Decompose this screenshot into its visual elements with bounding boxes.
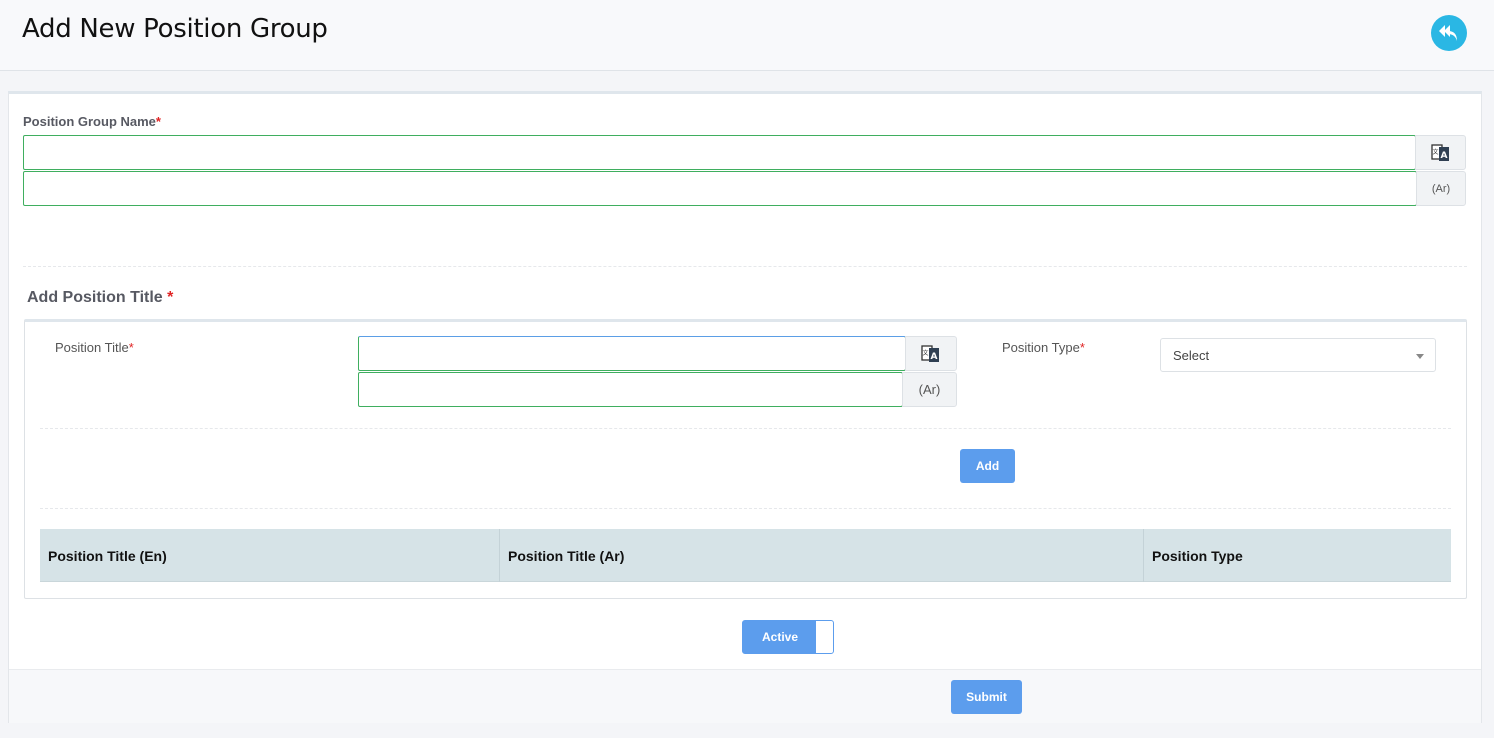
position-title-en-input[interactable] [358, 336, 906, 371]
divider [40, 508, 1451, 509]
form-card: Position Group Name* A 文 (Ar) Add Positi… [8, 91, 1482, 723]
position-type-selected: Select [1173, 348, 1210, 363]
toggle-knob [816, 621, 833, 653]
group-name-label-text: Position Group Name [23, 114, 156, 129]
position-type-select[interactable]: Select [1160, 338, 1436, 372]
required-mark: * [155, 114, 161, 129]
position-title-ar-input[interactable] [358, 372, 903, 407]
active-toggle[interactable]: Active [742, 620, 834, 654]
svg-text:文: 文 [922, 349, 928, 357]
back-button[interactable] [1431, 15, 1467, 51]
section-title: Add Position Title * [27, 289, 173, 307]
ar-addon: (Ar) [902, 372, 957, 407]
column-header-position-type: Position Type [1152, 548, 1243, 564]
required-mark: * [1079, 340, 1085, 355]
svg-text:A: A [931, 352, 938, 362]
active-toggle-label: Active [761, 630, 799, 644]
translate-button[interactable]: A 文 [905, 336, 957, 371]
reply-arrow-icon [1439, 25, 1457, 41]
svg-text:文: 文 [1432, 148, 1438, 156]
required-mark: * [128, 340, 134, 355]
position-type-label-text: Position Type [1002, 340, 1080, 355]
required-mark: * [167, 289, 174, 306]
svg-text:A: A [1440, 151, 1447, 161]
divider [23, 266, 1467, 267]
group-name-label: Position Group Name* [23, 114, 161, 129]
position-title-panel: Position Title* A 文 (Ar) Position Type* … [24, 319, 1467, 599]
position-title-label: Position Title* [55, 340, 134, 355]
position-type-label: Position Type* [1002, 340, 1085, 355]
divider [40, 428, 1451, 429]
column-header-title-ar: Position Title (Ar) [500, 529, 1144, 582]
section-title-text: Add Position Title [27, 289, 163, 306]
translate-icon: A 文 [1430, 143, 1449, 161]
chevron-down-icon [1416, 354, 1424, 359]
submit-button[interactable]: Submit [951, 680, 1022, 714]
page-header: Add New Position Group [0, 0, 1494, 71]
form-footer: Submit [9, 669, 1481, 723]
position-titles-table: Position Title (En) Position Title (Ar) … [40, 529, 1451, 582]
translate-button[interactable]: A 文 [1415, 135, 1466, 170]
page-title: Add New Position Group [22, 14, 328, 44]
add-button[interactable]: Add [960, 449, 1015, 483]
group-name-en-input[interactable] [23, 135, 1416, 170]
column-header-title-en: Position Title (En) [40, 529, 500, 582]
ar-addon: (Ar) [1416, 171, 1466, 206]
translate-icon: A 文 [921, 344, 939, 362]
position-title-label-text: Position Title [55, 340, 129, 355]
group-name-ar-input[interactable] [23, 171, 1417, 206]
